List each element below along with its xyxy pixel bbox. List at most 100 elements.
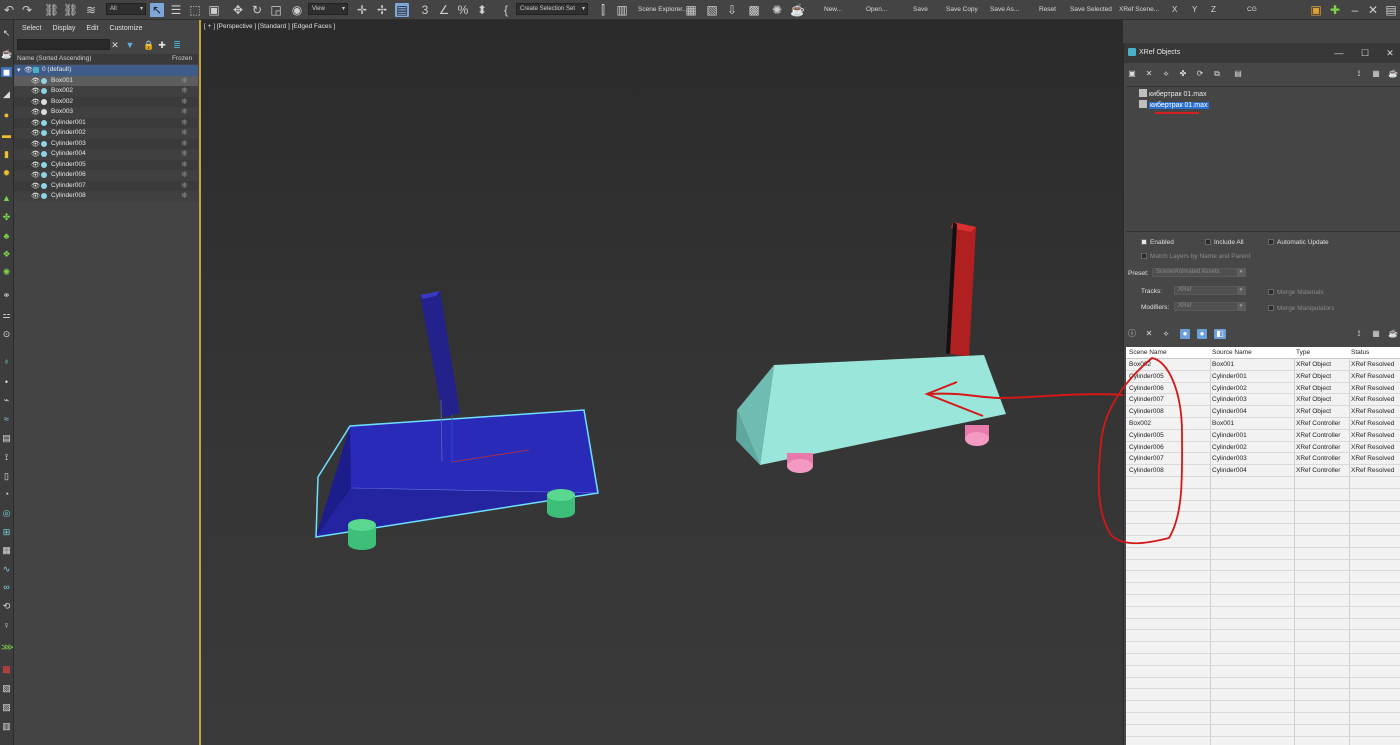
percent-snap-icon[interactable]: % <box>456 3 470 17</box>
info-icon[interactable]: ⓘ <box>1127 329 1137 339</box>
update-icon[interactable]: ⟳ <box>1195 69 1205 79</box>
dialog-title-bar[interactable]: XRef Objects — ☐ ✕ <box>1124 43 1400 63</box>
save-button[interactable]: Save <box>913 6 928 13</box>
empty-table-row[interactable] <box>1126 560 1400 572</box>
visibility-eye-icon[interactable]: 👁 <box>31 119 40 127</box>
highlight-entity-icon[interactable]: ⟟ <box>1354 329 1364 339</box>
tree-item[interactable]: 👁 Cylinder005 ❄ <box>14 159 198 170</box>
display-geometry-icon[interactable]: ◼ <box>1 67 12 77</box>
xref-file-item[interactable]: кибертрак 01.max <box>1139 89 1207 99</box>
dot-icon[interactable]: • <box>1 377 12 387</box>
layer-explorer-icon[interactable]: ▦ <box>684 3 698 17</box>
add-file-icon[interactable]: ▣ <box>1127 69 1137 79</box>
empty-table-row[interactable] <box>1126 489 1400 501</box>
frozen-icon[interactable]: ❄ <box>181 139 188 148</box>
menu-customize[interactable]: Customize <box>109 25 142 32</box>
layers-icon[interactable]: ≣ <box>172 40 182 50</box>
close-icon[interactable]: ✕ <box>1366 3 1380 17</box>
select-manipulate-icon[interactable]: ✢ <box>375 3 389 17</box>
rectangular-region-icon[interactable]: ⬚ <box>188 3 202 17</box>
visibility-eye-icon[interactable]: 👁 <box>31 182 40 190</box>
pink-wheel-rear[interactable] <box>965 425 989 446</box>
list-view-icon[interactable]: ▤ <box>1233 69 1243 79</box>
display-shapes-icon[interactable]: ◢ <box>1 89 12 99</box>
xref-file-list[interactable]: кибертрак 01.max кибертрак 01.max <box>1126 86 1400 232</box>
select-icon[interactable]: ↖ <box>1 28 12 38</box>
menu-select[interactable]: Select <box>22 25 41 32</box>
table-row[interactable]: Box002 Box001 XRef Object XRef Resolved <box>1126 359 1400 371</box>
clear-search-icon[interactable]: ✕ <box>110 40 120 50</box>
rotate-view-icon[interactable]: ◔ <box>1 489 12 499</box>
combine-icon[interactable]: ⧉ <box>1212 69 1222 79</box>
table-row[interactable]: Cylinder008 Cylinder004 XRef Object XRef Re… <box>1126 406 1400 418</box>
window-crossing-icon[interactable]: ▣ <box>207 3 221 17</box>
display-containers-icon[interactable]: ❖ <box>1 249 12 259</box>
frozen-icon[interactable]: ❄ <box>181 86 188 95</box>
sync-icon[interactable]: ⟲ <box>1 601 12 611</box>
xref-file-item[interactable]: кибертрак 01.max <box>1139 100 1209 110</box>
table-icon[interactable]: ▦ <box>1 545 12 555</box>
visibility-eye-icon[interactable]: 👁 <box>31 87 40 95</box>
table-row[interactable]: Cylinder008 Cylinder004 XRef Controller XRe… <box>1126 465 1400 477</box>
selection-filter-dropdown[interactable]: All ▾ <box>106 3 146 15</box>
keyboard-shortcut-override-icon[interactable]: ▤ <box>395 3 409 17</box>
pivot-center-icon[interactable]: ✛ <box>355 3 369 17</box>
lock-icon[interactable]: 🔒 <box>143 40 154 50</box>
red-grid-icon[interactable]: ▩ <box>1 664 12 674</box>
enabled-checkbox[interactable]: Enabled <box>1141 239 1174 246</box>
mirror-icon[interactable]: ⫿ <box>596 3 610 17</box>
visibility-eye-icon[interactable]: 👁 <box>31 150 40 158</box>
type-header[interactable]: Type <box>1296 349 1310 356</box>
visibility-eye-icon[interactable]: 👁 <box>31 77 40 85</box>
include-all-checkbox[interactable]: Include All <box>1205 239 1244 246</box>
material-editor-icon[interactable]: ✺ <box>770 3 784 17</box>
save-copy-button[interactable]: Save Copy <box>946 6 978 13</box>
empty-table-row[interactable] <box>1126 630 1400 643</box>
move-icon[interactable]: ✥ <box>231 3 245 17</box>
pink-wheel-front[interactable] <box>787 453 813 473</box>
layer-icon[interactable]: ▧ <box>1 683 12 693</box>
select-entity-icon[interactable]: ⟡ <box>1161 329 1171 339</box>
frozen-icon[interactable]: ❄ <box>181 97 188 106</box>
xref-scene-button[interactable]: XRef Scene... <box>1119 6 1159 13</box>
display-cameras-icon[interactable]: ▬ <box>1 130 12 140</box>
entity-list-icon[interactable]: ▦ <box>1371 329 1381 339</box>
visibility-eye-icon[interactable]: 👁 <box>24 66 33 74</box>
select-object-icon[interactable]: ↖ <box>150 3 164 17</box>
frozen-icon[interactable]: ❄ <box>181 149 188 158</box>
visibility-eye-icon[interactable]: 👁 <box>31 108 40 116</box>
refresh-icon[interactable]: ◎ <box>1 508 12 518</box>
open-button[interactable]: Open... <box>866 6 887 13</box>
empty-table-row[interactable] <box>1126 666 1400 678</box>
modifiers-dropdown[interactable]: XRef ▾ <box>1174 302 1246 311</box>
edit-named-selection-icon[interactable]: { <box>499 3 513 17</box>
green-wheel-rear[interactable] <box>547 489 575 518</box>
chart-icon[interactable]: ⌁ <box>1 395 12 405</box>
xref-entity-table[interactable]: Scene Name Source Name Type Status Box00… <box>1097 347 1400 745</box>
file-icon[interactable]: ▯ <box>1 471 12 481</box>
table-row[interactable]: Cylinder005 Cylinder001 XRef Object XRef Re… <box>1126 371 1400 383</box>
render-setup-icon[interactable]: ☕ <box>790 3 805 17</box>
empty-table-row[interactable] <box>1126 595 1400 607</box>
scale-icon[interactable]: ◲ <box>269 3 283 17</box>
table-row[interactable]: Cylinder005 Cylinder001 XRef Controller XRe… <box>1126 430 1400 442</box>
axis-z-button[interactable]: Z <box>1211 5 1216 14</box>
pin-icon[interactable]: ⟟ <box>1 452 12 462</box>
empty-table-row[interactable] <box>1126 619 1400 631</box>
undo-icon[interactable]: ↶ <box>2 3 16 17</box>
bulb-icon[interactable]: ♀ <box>1 620 12 630</box>
empty-table-row[interactable] <box>1126 642 1400 654</box>
close-icon[interactable]: ✕ <box>1383 46 1397 60</box>
frozen-icon[interactable]: ❄ <box>181 76 188 85</box>
teapot-icon[interactable]: ☕ <box>1 49 12 59</box>
spline-icon[interactable]: ∿ <box>1 564 12 574</box>
layer-row[interactable]: ▾ 👁 0 (default) <box>14 65 198 76</box>
tree-item[interactable]: 👁 Box003 ❄ <box>14 107 198 118</box>
axis-y-button[interactable]: Y <box>1192 5 1197 14</box>
empty-table-row[interactable] <box>1126 512 1400 525</box>
schematic-view-icon[interactable]: ▩ <box>747 3 761 17</box>
axis-x-button[interactable]: X <box>1172 5 1177 14</box>
place-icon[interactable]: ◉ <box>290 3 304 17</box>
display-lights-icon[interactable]: ● <box>1 110 12 120</box>
panel-icon[interactable]: ▥ <box>1 721 12 731</box>
